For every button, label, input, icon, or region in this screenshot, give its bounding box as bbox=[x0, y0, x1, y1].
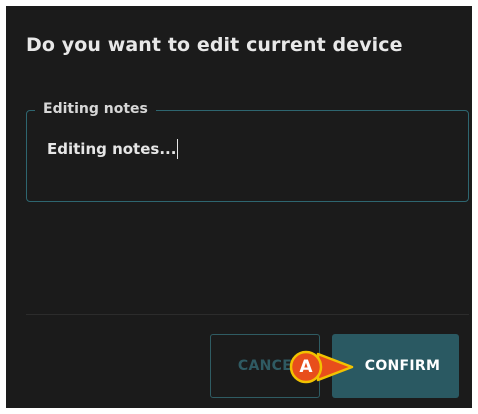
marker-letter: A bbox=[299, 357, 313, 377]
cancel-button-label: CANCE bbox=[237, 358, 293, 374]
dialog-title: Do you want to edit current device bbox=[26, 34, 403, 56]
editing-notes-field[interactable]: Editing notes Editing notes... bbox=[26, 99, 469, 202]
footer-divider bbox=[26, 314, 469, 315]
confirm-button-label: CONFIRM bbox=[364, 358, 441, 374]
annotation-marker: A bbox=[288, 350, 354, 384]
editing-notes-label: Editing notes bbox=[35, 99, 156, 119]
text-caret bbox=[177, 139, 179, 159]
edit-device-dialog: Do you want to edit current device Editi… bbox=[6, 6, 472, 408]
editing-notes-input[interactable]: Editing notes... bbox=[47, 139, 179, 159]
editing-notes-value: Editing notes... bbox=[47, 140, 177, 158]
